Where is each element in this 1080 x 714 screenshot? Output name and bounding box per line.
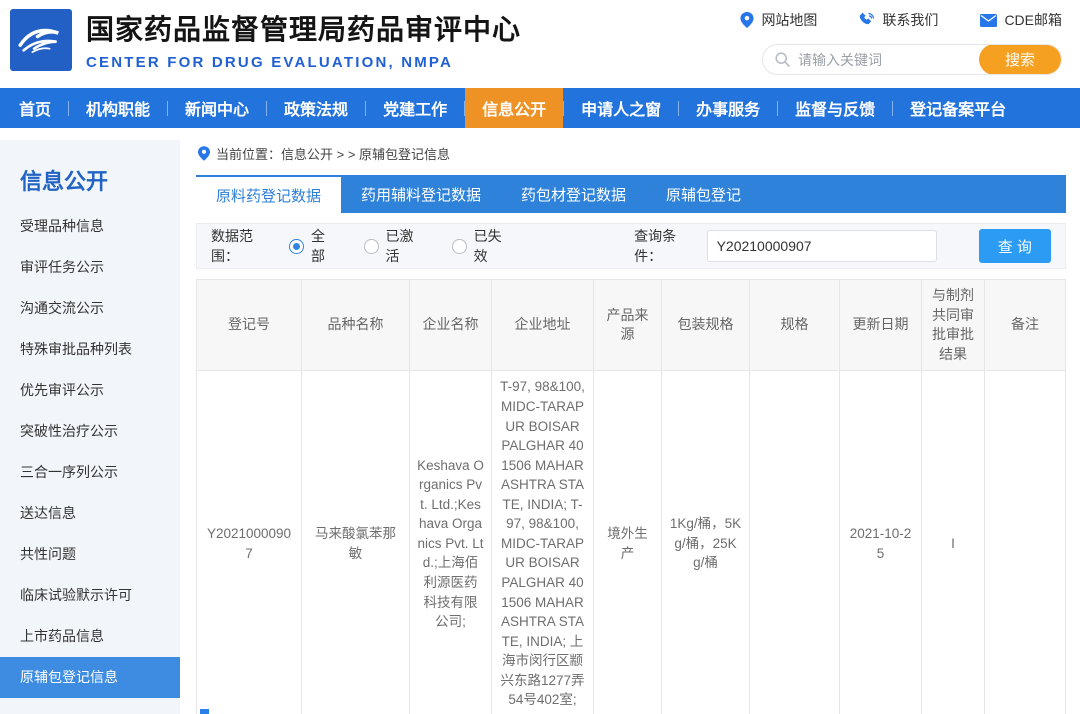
sidebar-item-priority-review[interactable]: 优先审评公示 bbox=[0, 370, 180, 411]
nav-item-applicant-window[interactable]: 申请人之窗 bbox=[564, 88, 678, 128]
cell-company-name: Keshava Organics Pvt. Ltd.;Keshava Organ… bbox=[410, 371, 492, 714]
col-packaging-spec: 包装规格 bbox=[662, 280, 750, 371]
cell-packaging-spec: 1Kg/桶，5Kg/桶，25Kg/桶 bbox=[662, 371, 750, 714]
sidebar-item-raw-excipient-packaging[interactable]: 原辅包登记信息 bbox=[0, 657, 180, 698]
radio-activated-dot[interactable] bbox=[364, 239, 379, 254]
cell-remarks bbox=[985, 371, 1066, 714]
radio-all-label: 全部 bbox=[311, 226, 338, 266]
col-update-date: 更新日期 bbox=[840, 280, 922, 371]
sidebar-item-delivery-info[interactable]: 送达信息 bbox=[0, 493, 180, 534]
mailbox-label: CDE邮箱 bbox=[1004, 10, 1062, 30]
radio-expired[interactable]: 已失效 bbox=[452, 226, 514, 266]
sidebar-item-review-tasks[interactable]: 审评任务公示 bbox=[0, 247, 180, 288]
main-nav: 首页 机构职能 新闻中心 政策法规 党建工作 信息公开 申请人之窗 办事服务 监… bbox=[0, 88, 1080, 128]
radio-activated[interactable]: 已激活 bbox=[364, 226, 426, 266]
tab-api-registration[interactable]: 原料药登记数据 bbox=[196, 175, 341, 213]
nav-item-policies[interactable]: 政策法规 bbox=[267, 88, 365, 128]
cell-product-source: 境外生产 bbox=[594, 371, 662, 714]
cell-update-date: 2021-10-25 bbox=[840, 371, 922, 714]
table-row[interactable]: Y20210000907 马来酸氯苯那敏 Keshava Organics Pv… bbox=[197, 371, 1066, 714]
col-remarks: 备注 bbox=[985, 280, 1066, 371]
envelope-icon bbox=[980, 14, 997, 27]
location-pin-icon bbox=[740, 12, 754, 28]
nav-item-services[interactable]: 办事服务 bbox=[679, 88, 777, 128]
swan-logo-icon bbox=[15, 14, 67, 66]
query-button[interactable]: 查 询 bbox=[979, 229, 1051, 263]
radio-expired-dot[interactable] bbox=[452, 239, 467, 254]
phone-icon bbox=[859, 12, 875, 28]
cell-variety-name: 马来酸氯苯那敏 bbox=[302, 371, 410, 714]
col-variety-name: 品种名称 bbox=[302, 280, 410, 371]
scope-radio-group: 全部 已激活 已失效 bbox=[289, 226, 514, 266]
nav-item-home[interactable]: 首页 bbox=[2, 88, 68, 128]
site-search: 搜索 bbox=[762, 44, 1062, 75]
site-header: 国家药品监督管理局药品审评中心 CENTER FOR DRUG EVALUATI… bbox=[0, 0, 1080, 88]
sidebar-item-marketed-drugs[interactable]: 上市药品信息 bbox=[0, 616, 180, 657]
col-company-address: 企业地址 bbox=[492, 280, 594, 371]
mailbox-link[interactable]: CDE邮箱 bbox=[980, 10, 1062, 30]
query-input[interactable] bbox=[707, 230, 937, 262]
nav-item-org-functions[interactable]: 机构职能 bbox=[69, 88, 167, 128]
sidebar-item-common-issues[interactable]: 共性问题 bbox=[0, 534, 180, 575]
filter-bar: 数据范围： 全部 已激活 已失效 查询条件： 查 询 bbox=[196, 223, 1066, 269]
search-icon bbox=[763, 52, 790, 67]
table-header-row: 登记号 品种名称 企业名称 企业地址 产品来源 包装规格 规格 更新日期 与制剂… bbox=[197, 280, 1066, 371]
site-subtitle: CENTER FOR DRUG EVALUATION, NMPA bbox=[86, 54, 521, 71]
col-spec: 规格 bbox=[750, 280, 840, 371]
site-search-button[interactable]: 搜索 bbox=[979, 44, 1061, 75]
site-search-input[interactable] bbox=[790, 52, 979, 68]
registration-table: 登记号 品种名称 企业名称 企业地址 产品来源 包装规格 规格 更新日期 与制剂… bbox=[196, 279, 1066, 714]
nav-item-party-building[interactable]: 党建工作 bbox=[366, 88, 464, 128]
radio-activated-label: 已激活 bbox=[386, 226, 427, 266]
cell-company-address: T-97, 98&100, MIDC-TARAPUR BOISAR PALGHA… bbox=[492, 371, 594, 714]
main-panel: 当前位置：信息公开 > > 原辅包登记信息 原料药登记数据 药用辅料登记数据 药… bbox=[180, 128, 1080, 714]
tab-excipient-registration[interactable]: 药用辅料登记数据 bbox=[341, 175, 501, 213]
sidebar-item-special-approval-list[interactable]: 特殊审批品种列表 bbox=[0, 329, 180, 370]
col-registration-no: 登记号 bbox=[197, 280, 302, 371]
nav-item-supervision-feedback[interactable]: 监督与反馈 bbox=[778, 88, 892, 128]
cell-joint-review-result: I bbox=[922, 371, 985, 714]
sidebar-item-three-in-one[interactable]: 三合一序列公示 bbox=[0, 452, 180, 493]
contact-link[interactable]: 联系我们 bbox=[859, 10, 938, 30]
nav-item-registration-platform[interactable]: 登记备案平台 bbox=[893, 88, 1023, 128]
nav-item-news-center[interactable]: 新闻中心 bbox=[168, 88, 266, 128]
cell-spec bbox=[750, 371, 840, 714]
sidebar-item-communication[interactable]: 沟通交流公示 bbox=[0, 288, 180, 329]
breadcrumb-text: 当前位置：信息公开 > > 原辅包登记信息 bbox=[216, 144, 450, 163]
site-title: 国家药品监督管理局药品审评中心 bbox=[86, 8, 521, 48]
sidebar: 信息公开 受理品种信息 审评任务公示 沟通交流公示 特殊审批品种列表 优先审评公… bbox=[0, 140, 180, 714]
scope-label: 数据范围： bbox=[211, 226, 279, 266]
sitemap-label: 网站地图 bbox=[761, 10, 817, 30]
col-company-name: 企业名称 bbox=[410, 280, 492, 371]
nav-item-info-disclosure[interactable]: 信息公开 bbox=[465, 88, 563, 128]
col-joint-review-result: 与制剂共同审批审批结果 bbox=[922, 280, 985, 371]
sidebar-item-clinical-trial-license[interactable]: 临床试验默示许可 bbox=[0, 575, 180, 616]
tab-bar: 原料药登记数据 药用辅料登记数据 药包材登记数据 原辅包登记 bbox=[196, 175, 1066, 213]
query-label: 查询条件： bbox=[634, 226, 702, 266]
sidebar-item-breakthrough-therapy[interactable]: 突破性治疗公示 bbox=[0, 411, 180, 452]
cell-registration-no: Y20210000907 bbox=[197, 371, 302, 714]
radio-all[interactable]: 全部 bbox=[289, 226, 338, 266]
breadcrumb: 当前位置：信息公开 > > 原辅包登记信息 bbox=[196, 140, 1066, 175]
col-product-source: 产品来源 bbox=[594, 280, 662, 371]
topbar-links: 网站地图 联系我们 CDE邮箱 bbox=[740, 10, 1062, 30]
sidebar-item-accepted-varieties[interactable]: 受理品种信息 bbox=[0, 206, 180, 247]
sidebar-heading: 信息公开 bbox=[0, 140, 180, 206]
radio-expired-label: 已失效 bbox=[474, 226, 515, 266]
radio-all-dot[interactable] bbox=[289, 239, 304, 254]
sitemap-link[interactable]: 网站地图 bbox=[740, 10, 817, 30]
breadcrumb-pin-icon bbox=[198, 146, 210, 161]
cde-logo bbox=[10, 9, 72, 71]
contact-label: 联系我们 bbox=[882, 10, 938, 30]
tab-raw-excipient-packaging[interactable]: 原辅包登记 bbox=[646, 175, 761, 213]
tab-packaging-registration[interactable]: 药包材登记数据 bbox=[501, 175, 646, 213]
footer-divider-marker bbox=[200, 709, 209, 714]
